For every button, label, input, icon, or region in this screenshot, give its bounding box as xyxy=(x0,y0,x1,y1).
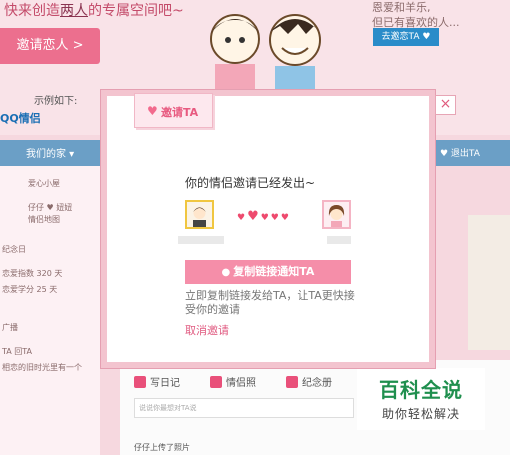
partner-name-blurred xyxy=(327,236,351,244)
hearts-decoration: ♥♥♥♥♥ xyxy=(237,209,291,224)
girl-avatar-icon xyxy=(328,205,345,227)
headline-suffix: 的专属空间吧~ xyxy=(88,3,184,19)
invite-ta-tag: ♥ 邀请TA xyxy=(134,93,213,128)
sidebar-line: 广播 xyxy=(2,323,18,332)
example-label: 示例如下: xyxy=(34,96,78,107)
cancel-invite-link[interactable]: 取消邀请 xyxy=(185,322,229,338)
couple-photo-tool[interactable]: 情侣照 xyxy=(210,374,256,389)
invite-lover-button[interactable]: 邀请恋人 > xyxy=(0,28,100,64)
nav-item-our-home[interactable]: 我们的家 ▾ xyxy=(26,145,74,160)
cartoon-couple-illustration xyxy=(210,14,321,89)
qq-penguin-icon: ● xyxy=(221,267,231,278)
logo-text: QQ情侣 xyxy=(0,112,41,125)
go-invite-button[interactable]: 去邀恋TA ♥ xyxy=(373,28,439,46)
left-sidebar: 爱心小屋 仔仔 ♥ 妞妞 情侣地图 纪念日 恋爱指数 320 天 恋爱学分 25… xyxy=(0,166,100,455)
headline-emphasis: 两人 xyxy=(60,3,88,19)
sidebar-line[interactable]: TA 回TA xyxy=(2,346,32,357)
right-text-line-1: 恩爱和羊乐, xyxy=(372,1,431,14)
dialog-heading: 你的情侣邀请已经发出~ xyxy=(185,176,316,190)
right-profile-card xyxy=(468,215,510,350)
boy-avatar-icon xyxy=(193,207,206,227)
my-avatar xyxy=(185,200,214,229)
tool-label: 写日记 xyxy=(150,378,180,389)
sidebar-line[interactable]: 情侣地图 xyxy=(28,214,60,225)
partner-avatar xyxy=(322,200,351,229)
banner-right-text: 恩爱和羊乐, 但已有喜欢的人... xyxy=(372,0,460,30)
invite-dialog xyxy=(100,89,436,369)
banner-headline: 快来创造两人的专属空间吧~ xyxy=(4,0,184,20)
nav-item-right[interactable]: ♥ 退出TA xyxy=(440,146,480,159)
heart-icon: ♥ xyxy=(147,104,158,118)
invite-tag-label: 邀请TA xyxy=(161,106,199,119)
close-button[interactable]: × xyxy=(435,95,456,115)
feed-item: 仔仔上传了照片 xyxy=(134,443,190,452)
watermark-logo: 百科全说 助你轻松解决 xyxy=(357,368,485,430)
sidebar-line: 爱心小屋 xyxy=(28,179,60,188)
sidebar-line: 相恋的旧时光里有一个 xyxy=(2,363,82,372)
dialog-hint-text: 立即复制链接发给TA，让TA更快接受你的邀请 xyxy=(185,289,355,316)
sidebar-line: 仔仔 ♥ 妞妞 xyxy=(28,203,73,212)
tool-label: 纪念册 xyxy=(302,378,332,389)
write-diary-tool[interactable]: 写日记 xyxy=(134,374,180,389)
memorial-book-tool[interactable]: 纪念册 xyxy=(286,374,332,389)
copy-link-notify-button[interactable]: ● 复制链接通知TA xyxy=(185,260,351,284)
tool-label: 情侣照 xyxy=(226,378,256,389)
sidebar-line: 恋爱指数 320 天 xyxy=(2,269,63,278)
watermark-subtitle: 助你轻松解决 xyxy=(381,407,460,421)
invite-dialog-body xyxy=(107,96,429,362)
copy-button-label: 复制链接通知TA xyxy=(233,265,315,278)
headline-prefix: 快来创造 xyxy=(4,3,60,19)
watermark-title: 百科全说 xyxy=(379,378,463,402)
sidebar-line: 纪念日 xyxy=(2,245,26,254)
sidebar-line: 恋爱学分 25 天 xyxy=(2,285,58,294)
my-name-blurred xyxy=(178,236,224,244)
qq-couple-logo: QQ情侣 xyxy=(0,110,41,126)
photo-icon xyxy=(210,376,222,388)
status-input[interactable]: 说说你最想对TA说 xyxy=(134,398,354,418)
diary-icon xyxy=(134,376,146,388)
book-icon xyxy=(286,376,298,388)
